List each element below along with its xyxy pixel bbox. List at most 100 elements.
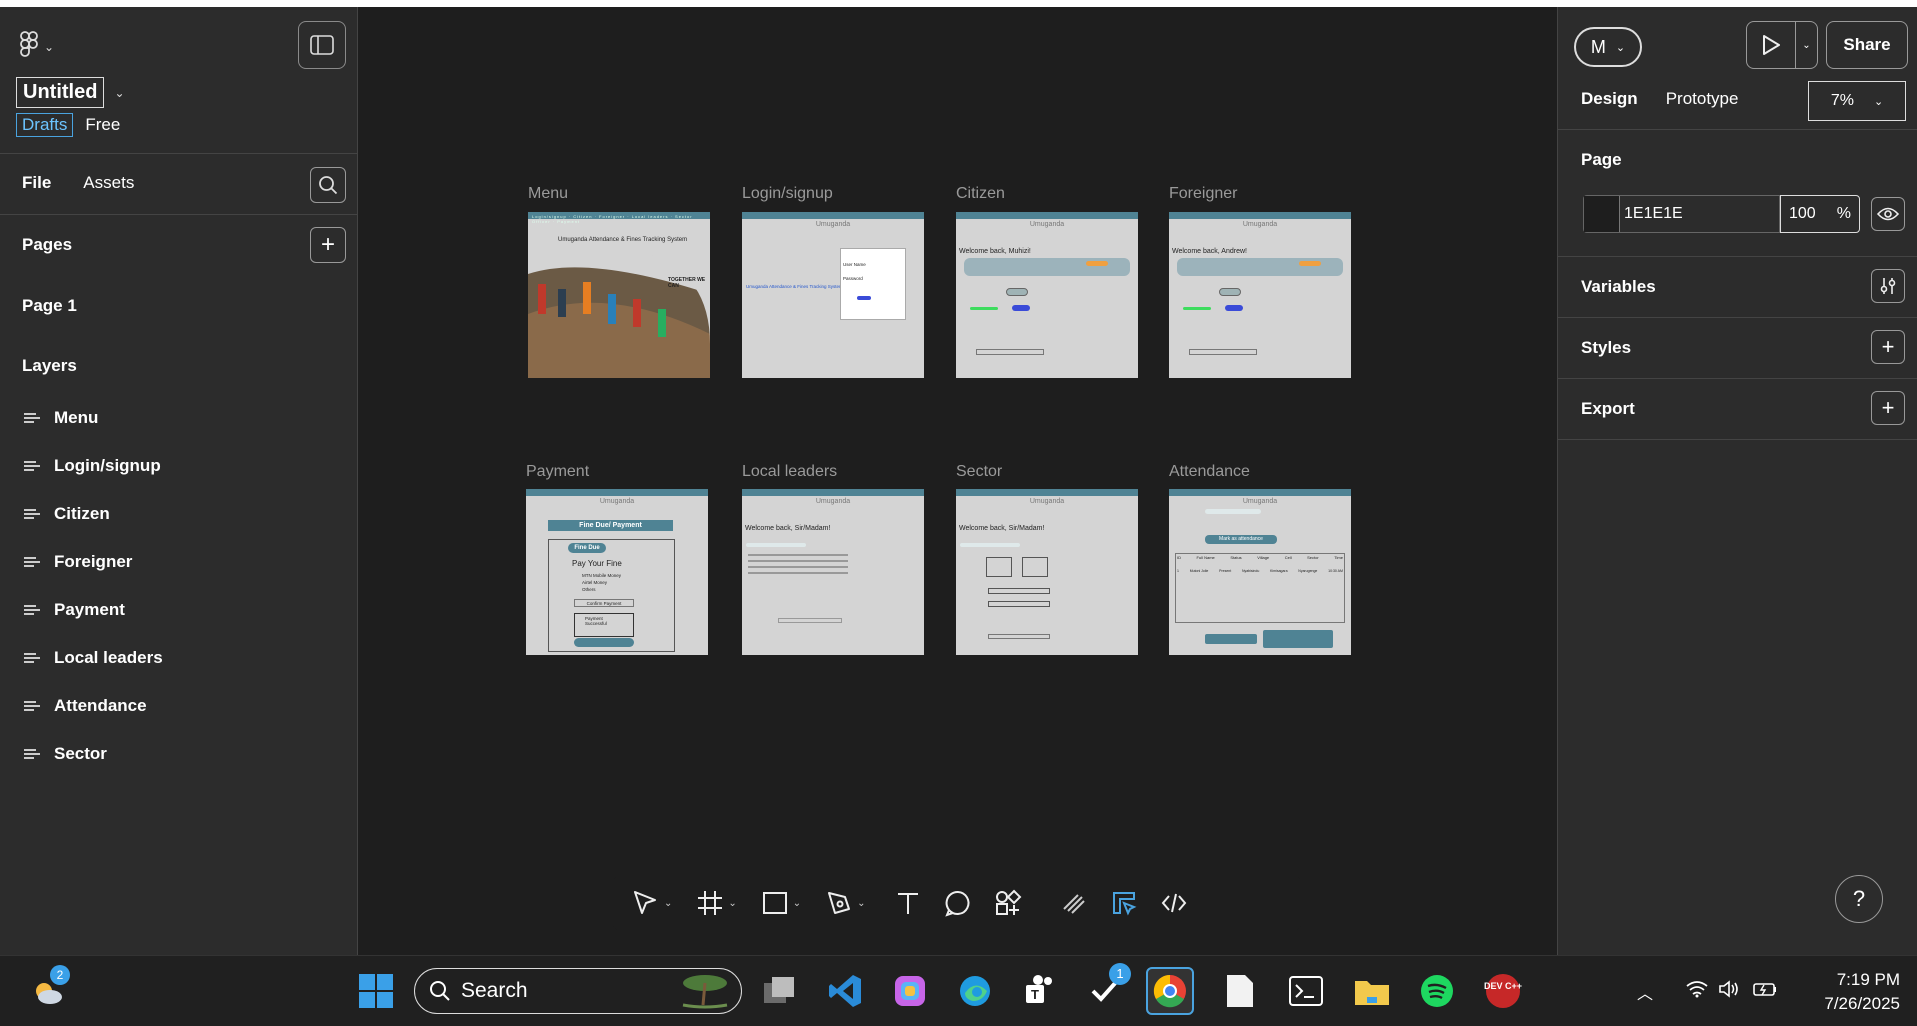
- layer-item-menu[interactable]: Menu: [24, 408, 98, 428]
- mini-row: [748, 566, 848, 568]
- opacity-value[interactable]: 100: [1789, 205, 1816, 223]
- task-view-button[interactable]: [756, 967, 804, 1015]
- layer-item-attendance[interactable]: Attendance: [24, 696, 147, 716]
- right-tabs: Design Prototype: [1581, 89, 1738, 109]
- frame-payment[interactable]: Umuganda Fine Due/ Payment Fine Due Pay …: [526, 489, 708, 655]
- layer-item-citizen[interactable]: Citizen: [24, 504, 110, 524]
- frame-label[interactable]: Citizen: [956, 185, 1005, 203]
- mini-search: [960, 543, 1020, 547]
- frame-label[interactable]: Menu: [528, 185, 568, 203]
- toggle-visibility-button[interactable]: [1871, 197, 1905, 231]
- page-opacity-input[interactable]: 100 %: [1780, 195, 1860, 233]
- draw-tool[interactable]: [1060, 889, 1088, 917]
- frame-label[interactable]: Local leaders: [742, 463, 837, 481]
- page-color-input[interactable]: 1E1E1E: [1583, 195, 1780, 233]
- terminal-app[interactable]: [1282, 967, 1330, 1015]
- layer-item-login-signup[interactable]: Login/signup: [24, 456, 161, 476]
- tab-prototype[interactable]: Prototype: [1666, 89, 1739, 109]
- add-page-button[interactable]: +: [310, 227, 346, 263]
- color-swatch[interactable]: [1584, 196, 1620, 232]
- avatar-menu-button[interactable]: M ⌄: [1574, 27, 1642, 67]
- file-location-row: Drafts Free: [16, 113, 120, 137]
- copilot-app[interactable]: [886, 967, 934, 1015]
- chrome-app[interactable]: [1146, 967, 1194, 1015]
- volume-button[interactable]: [1718, 980, 1740, 1003]
- zoom-dropdown[interactable]: 7% ⌄: [1808, 81, 1906, 121]
- main-menu-button[interactable]: ⌄: [20, 31, 54, 62]
- layer-item-sector[interactable]: Sector: [24, 744, 107, 764]
- taskbar-search[interactable]: Search: [414, 968, 742, 1014]
- design-canvas[interactable]: Menu Login/signup · Citizen · Foreigner …: [359, 7, 1558, 955]
- clock[interactable]: 7:19 PM 7/26/2025: [1790, 968, 1900, 1016]
- drafts-link[interactable]: Drafts: [16, 113, 74, 137]
- tab-design[interactable]: Design: [1581, 89, 1638, 109]
- frame-login-signup[interactable]: Umuganda Umuganda Attendance & Fines Tra…: [742, 212, 924, 378]
- frame-attendance[interactable]: Umuganda Mark as attendance ID Full Name…: [1169, 489, 1351, 655]
- weather-widget[interactable]: 2: [24, 965, 72, 1015]
- frame-foreigner[interactable]: Umuganda Welcome back, Andrew!: [1169, 212, 1351, 378]
- help-button[interactable]: ?: [1835, 875, 1883, 923]
- move-tool[interactable]: ⌄: [630, 888, 686, 918]
- tab-assets[interactable]: Assets: [83, 173, 134, 193]
- devcpp-app[interactable]: DEV C++: [1479, 967, 1527, 1015]
- chevron-down-icon[interactable]: ⌄: [664, 898, 672, 909]
- file-app[interactable]: [1216, 967, 1264, 1015]
- frame-label[interactable]: Sector: [956, 463, 1002, 481]
- spotify-app[interactable]: [1413, 967, 1461, 1015]
- frame-menu[interactable]: Login/signup · Citizen · Foreigner · Loc…: [528, 212, 710, 378]
- window-top-edge: [0, 0, 1917, 7]
- chevron-down-icon[interactable]: ⌄: [793, 898, 801, 909]
- frame-local-leaders[interactable]: Umuganda Welcome back, Sir/Madam!: [742, 489, 924, 655]
- text-tool[interactable]: [894, 889, 922, 917]
- toggle-sidebar-button[interactable]: [298, 21, 346, 69]
- file-name[interactable]: Untitled: [16, 77, 105, 108]
- network-button[interactable]: [1686, 980, 1708, 1003]
- vscode-app[interactable]: [821, 967, 869, 1015]
- add-export-button[interactable]: +: [1871, 391, 1905, 425]
- variables-button[interactable]: [1871, 269, 1905, 303]
- todo-app[interactable]: 1: [1081, 963, 1131, 1015]
- show-hidden-icons-button[interactable]: ︿: [1637, 980, 1653, 1004]
- pen-tool[interactable]: ⌄: [825, 889, 879, 917]
- tab-file[interactable]: File: [22, 173, 51, 193]
- start-button[interactable]: [352, 967, 400, 1015]
- frame-nav-bar: [1169, 489, 1351, 496]
- frame-label[interactable]: Login/signup: [742, 185, 833, 203]
- chevron-down-icon[interactable]: ⌄: [857, 898, 865, 909]
- actions-tool[interactable]: [994, 889, 1022, 917]
- share-button[interactable]: Share: [1826, 21, 1908, 69]
- chevron-down-icon[interactable]: ⌄: [728, 898, 736, 909]
- frame-label[interactable]: Attendance: [1169, 463, 1250, 481]
- present-button[interactable]: [1746, 21, 1796, 69]
- color-hex-value[interactable]: 1E1E1E: [1620, 196, 1687, 232]
- frame-citizen[interactable]: Umuganda Welcome back, Muhizi!: [956, 212, 1138, 378]
- layer-item-foreigner[interactable]: Foreigner: [24, 552, 132, 572]
- frame-label[interactable]: Foreigner: [1169, 185, 1237, 203]
- file-title[interactable]: Untitled ⌄: [16, 77, 125, 108]
- page-item[interactable]: Page 1: [22, 296, 77, 316]
- frame-tool[interactable]: ⌄: [696, 889, 750, 917]
- frame-sector[interactable]: Umuganda Welcome back, Sir/Madam!: [956, 489, 1138, 655]
- layer-item-local-leaders[interactable]: Local leaders: [24, 648, 163, 668]
- frame-label[interactable]: Payment: [526, 463, 589, 481]
- design-mode-button[interactable]: [1110, 889, 1138, 917]
- comment-tool[interactable]: [944, 889, 972, 917]
- add-style-button[interactable]: +: [1871, 330, 1905, 364]
- dev-mode-button[interactable]: [1160, 889, 1188, 917]
- mini-cell: Nyabisindu: [1241, 569, 1260, 573]
- mini-cell: Nyarugenge: [1298, 569, 1318, 573]
- battery-button[interactable]: [1752, 980, 1778, 1003]
- mini-stat-card: [1022, 557, 1048, 577]
- present-options-button[interactable]: ⌄: [1796, 21, 1818, 69]
- mini-cell: 10:30 AM: [1328, 569, 1343, 573]
- mini-col: Status: [1230, 555, 1242, 560]
- rectangle-tool[interactable]: ⌄: [761, 889, 815, 917]
- search-layers-button[interactable]: [310, 167, 346, 203]
- mini-option: MTN Mobile Money: [582, 573, 622, 578]
- mini-heading: Umuganda Attendance & Fines Tracking Sys…: [746, 284, 843, 289]
- chevron-down-icon[interactable]: ⌄: [114, 86, 124, 100]
- layer-item-payment[interactable]: Payment: [24, 600, 125, 620]
- teams-app[interactable]: T: [1016, 967, 1064, 1015]
- file-explorer-app[interactable]: [1348, 967, 1396, 1015]
- edge-app[interactable]: [951, 967, 999, 1015]
